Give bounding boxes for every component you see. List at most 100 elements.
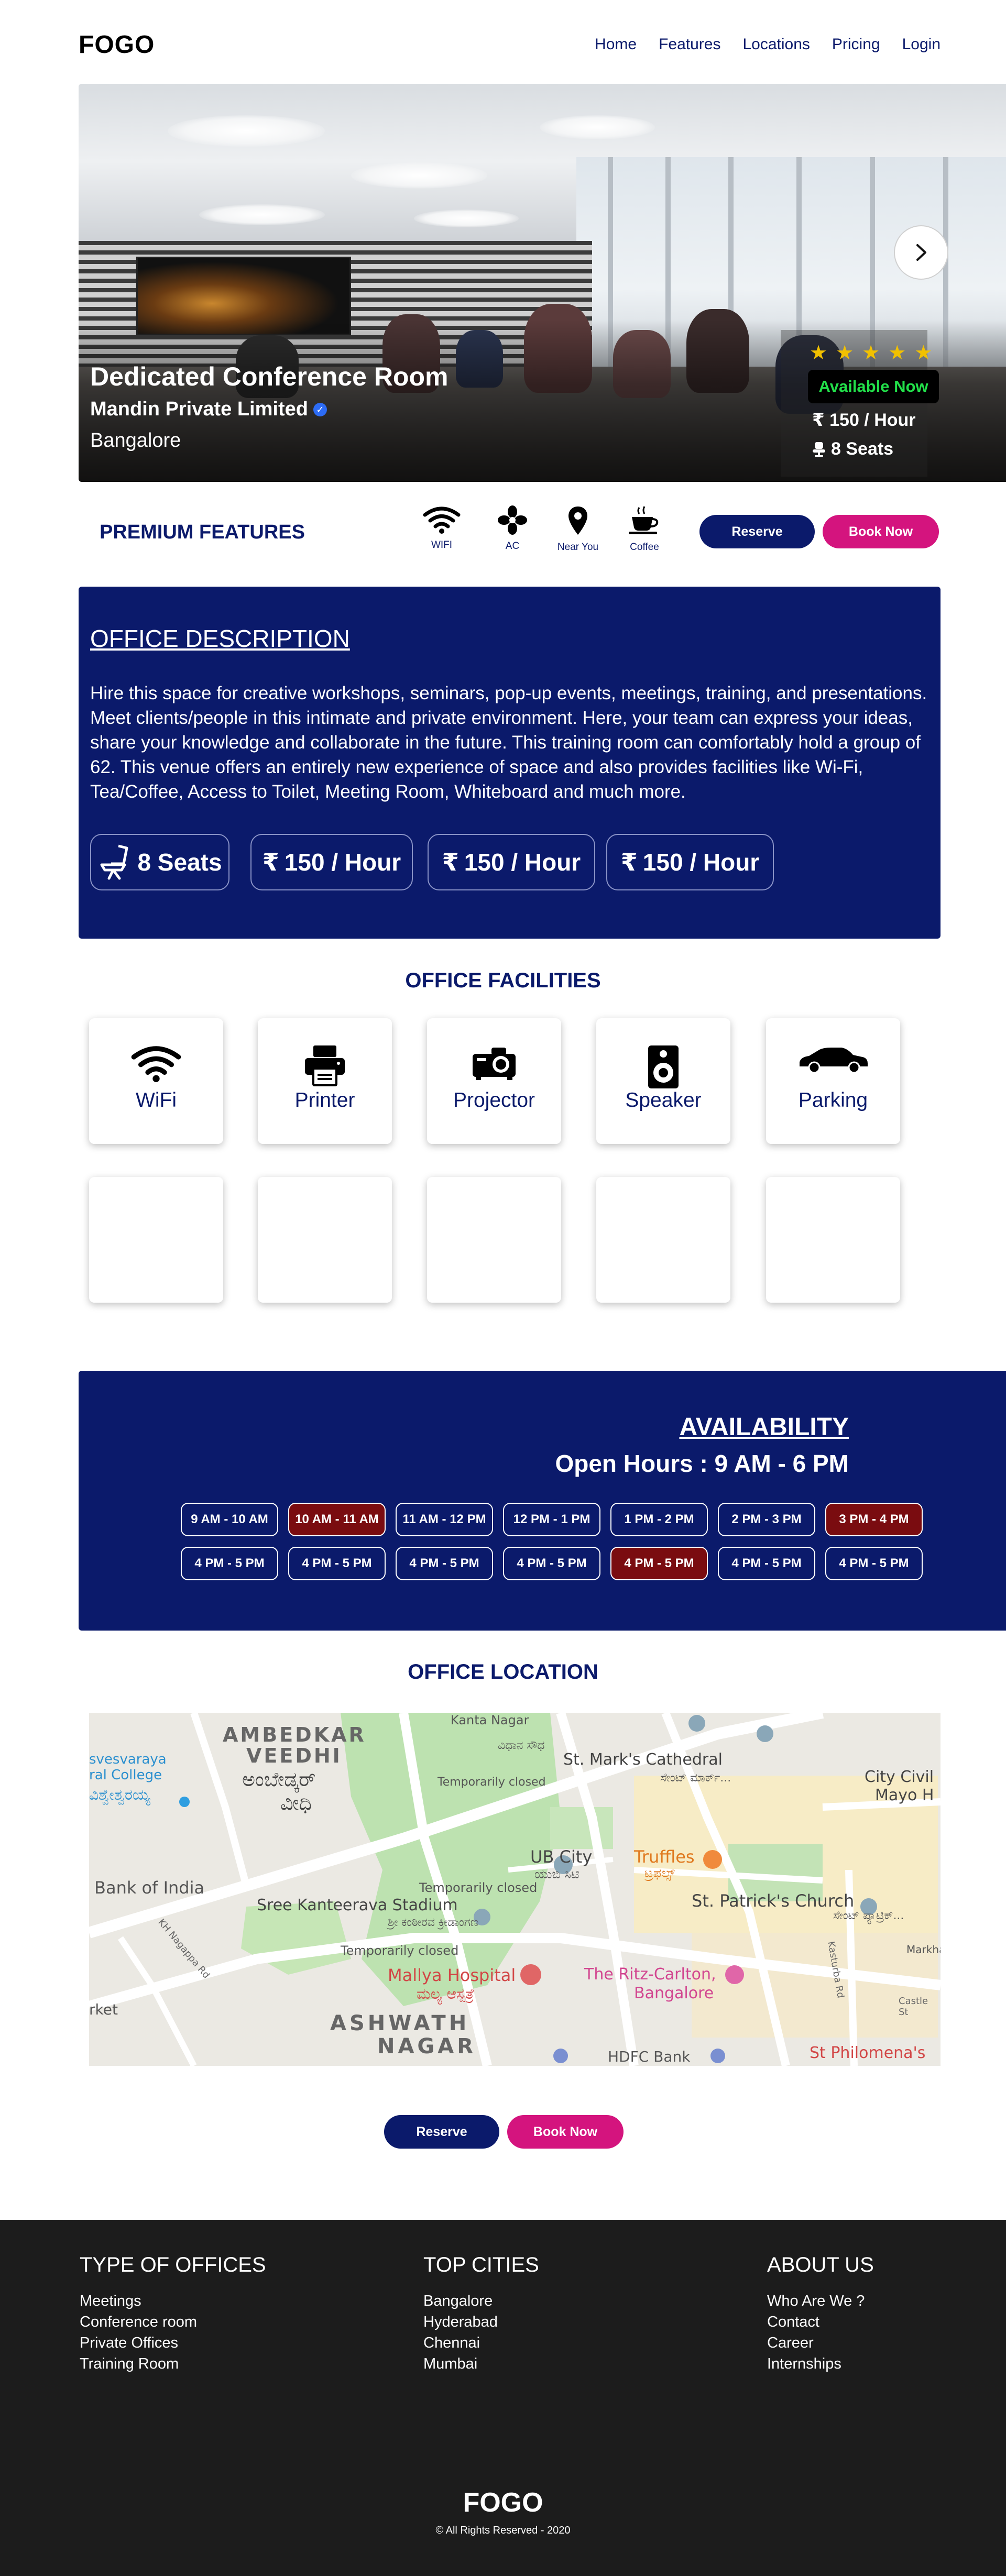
footer-heading: TOP CITIES	[423, 2253, 539, 2276]
speaker-icon	[648, 1045, 679, 1088]
time-slot[interactable]: 11 AM - 12 PM	[396, 1503, 493, 1536]
room-title: Dedicated Conference Room	[90, 362, 449, 391]
facility-card-parking: Parking	[766, 1018, 900, 1144]
feature-label: Near You	[557, 542, 599, 553]
office-location-title: OFFICE LOCATION	[408, 1660, 598, 1683]
rupee-icon: ₹	[812, 410, 825, 430]
nav-link-home[interactable]: Home	[595, 36, 637, 53]
nav-links: Home Features Locations Pricing Login	[595, 36, 941, 53]
feature-label: AC	[505, 541, 520, 552]
time-slot[interactable]: 12 PM - 1 PM	[503, 1503, 600, 1536]
location-pin-icon	[568, 507, 587, 535]
map-label: ಮಲ್ಯ ಆಸ್ಪತ್ರೆ	[417, 1985, 475, 2002]
nav-link-login[interactable]: Login	[902, 36, 941, 53]
time-slot[interactable]: 4 PM - 5 PM	[718, 1547, 815, 1580]
footer-link[interactable]: Training Room	[80, 2353, 266, 2374]
hero-price-text: 150 / Hour	[829, 410, 916, 430]
map-label: rket	[89, 2001, 118, 2018]
time-slot[interactable]: 4 PM - 5 PM	[288, 1547, 386, 1580]
office-facilities-title: OFFICE FACILITIES	[405, 969, 601, 992]
map-label: AMBEDKAR	[223, 1723, 366, 1746]
book-now-button[interactable]: Book Now	[823, 515, 939, 548]
footer-link[interactable]: Hyderabad	[423, 2311, 539, 2332]
company-name-text: Mandin Private Limited	[90, 398, 308, 420]
map-label: St. Patrick's Church	[692, 1891, 855, 1911]
footer-link[interactable]: Career	[767, 2332, 874, 2353]
wifi-icon	[131, 1046, 181, 1082]
footer-link[interactable]: Who Are We ?	[767, 2291, 874, 2311]
footer-heading: TYPE OF OFFICES	[80, 2253, 266, 2276]
facility-label: Parking	[798, 1089, 868, 1111]
facility-card-projector: Projector	[427, 1018, 561, 1144]
nav-link-pricing[interactable]: Pricing	[832, 36, 880, 53]
hero-carousel: Dedicated Conference Room Mandin Private…	[79, 84, 1006, 482]
footer-link[interactable]: Internships	[767, 2353, 874, 2374]
map-label: Temporarily closed	[341, 1943, 459, 1958]
rupee-icon: ₹	[262, 849, 279, 876]
seats-pill-text: 8 Seats	[137, 849, 222, 876]
map-label: St. Mark's Cathedral	[563, 1751, 723, 1769]
map-label: Temporarily closed	[419, 1880, 538, 1895]
nav-link-locations[interactable]: Locations	[742, 36, 810, 53]
site-footer: TYPE OF OFFICES Meetings Conference room…	[0, 2220, 1006, 2576]
ceiling-light	[199, 204, 325, 225]
map-label: Mallya Hospital	[388, 1965, 516, 1985]
footer-link[interactable]: Meetings	[80, 2291, 266, 2311]
location-map[interactable]: AMBEDKAR VEEDHI ಅಂಬೇಡ್ಕರ್ ವೀಧಿ Kanta Nag…	[89, 1713, 941, 2066]
facility-card-speaker: Speaker	[596, 1018, 730, 1144]
time-slot[interactable]: 4 PM - 5 PM	[825, 1547, 923, 1580]
office-description-text: Hire this space for creative workshops, …	[90, 683, 927, 802]
time-slot-booked[interactable]: 10 AM - 11 AM	[288, 1503, 386, 1536]
map-label: ವೀಧಿ	[280, 1791, 312, 1814]
time-slot[interactable]: 4 PM - 5 PM	[503, 1547, 600, 1580]
price-pill: ₹ 150 / Hour	[250, 834, 413, 890]
time-slot[interactable]: 4 PM - 5 PM	[181, 1547, 278, 1580]
feature-coffee: Coffee	[613, 505, 676, 553]
office-description-title: OFFICE DESCRIPTION	[90, 625, 350, 652]
copyright-text: © All Rights Reserved - 2020	[435, 2525, 571, 2536]
footer-link[interactable]: Chennai	[423, 2332, 539, 2353]
car-icon	[800, 1048, 868, 1074]
time-slot[interactable]: 4 PM - 5 PM	[396, 1547, 493, 1580]
nav-link-features[interactable]: Features	[659, 36, 720, 53]
footer-logo[interactable]: FOGO	[0, 2487, 1006, 2518]
footer-link[interactable]: Contact	[767, 2311, 874, 2332]
map-label: ral College	[89, 1767, 162, 1783]
map-label: ಯುಬಿ ಸಿಟಿ	[534, 1867, 579, 1881]
availability-badge: Available Now	[808, 370, 939, 403]
coffee-icon	[629, 506, 659, 534]
footer-link[interactable]: Conference room	[80, 2311, 266, 2332]
feature-label: Coffee	[630, 542, 659, 553]
footer-heading: ABOUT US	[767, 2253, 874, 2276]
ceiling-light	[168, 115, 325, 147]
seat-icon	[100, 844, 128, 880]
reserve-button[interactable]: Reserve	[699, 515, 815, 548]
footer-link[interactable]: Private Offices	[80, 2332, 266, 2353]
footer-column-offices: TYPE OF OFFICES Meetings Conference room…	[80, 2253, 266, 2374]
map-label: ASHWATH	[330, 2011, 470, 2035]
seats-pill: 8 Seats	[90, 834, 229, 890]
map-label: Kanta Nagar	[451, 1713, 529, 1727]
facility-card-wifi: WiFi	[89, 1018, 223, 1144]
map-label: Bangalore	[634, 1984, 714, 2002]
footer-link[interactable]: Bangalore	[423, 2291, 539, 2311]
map-label: ಸೇಂಟ್ ಮಾರ್ಕ್...	[660, 1771, 731, 1785]
site-logo[interactable]: FOGO	[79, 30, 155, 59]
footer-link[interactable]: Mumbai	[423, 2353, 539, 2374]
reserve-button[interactable]: Reserve	[384, 2115, 499, 2149]
time-slot-booked[interactable]: 3 PM - 4 PM	[825, 1503, 923, 1536]
hero-seats: 8 Seats	[812, 439, 893, 459]
time-slot[interactable]: 9 AM - 10 AM	[181, 1503, 278, 1536]
open-hours: Open Hours : 9 AM - 6 PM	[555, 1450, 849, 1477]
time-slot[interactable]: 2 PM - 3 PM	[718, 1503, 815, 1536]
book-now-button[interactable]: Book Now	[507, 2115, 624, 2149]
ceiling-light	[414, 210, 519, 227]
ceiling-light	[351, 162, 487, 189]
facility-label: WiFi	[136, 1089, 177, 1111]
availability-section: AVAILABILITY Open Hours : 9 AM - 6 PM 9 …	[79, 1371, 1006, 1631]
hero-seats-text: 8 Seats	[831, 439, 894, 459]
time-slot-booked[interactable]: 4 PM - 5 PM	[610, 1547, 708, 1580]
map-label: ವಿಧಾನ ಸೌಧ	[498, 1739, 545, 1752]
carousel-next-button[interactable]	[894, 225, 948, 280]
time-slot[interactable]: 1 PM - 2 PM	[610, 1503, 708, 1536]
